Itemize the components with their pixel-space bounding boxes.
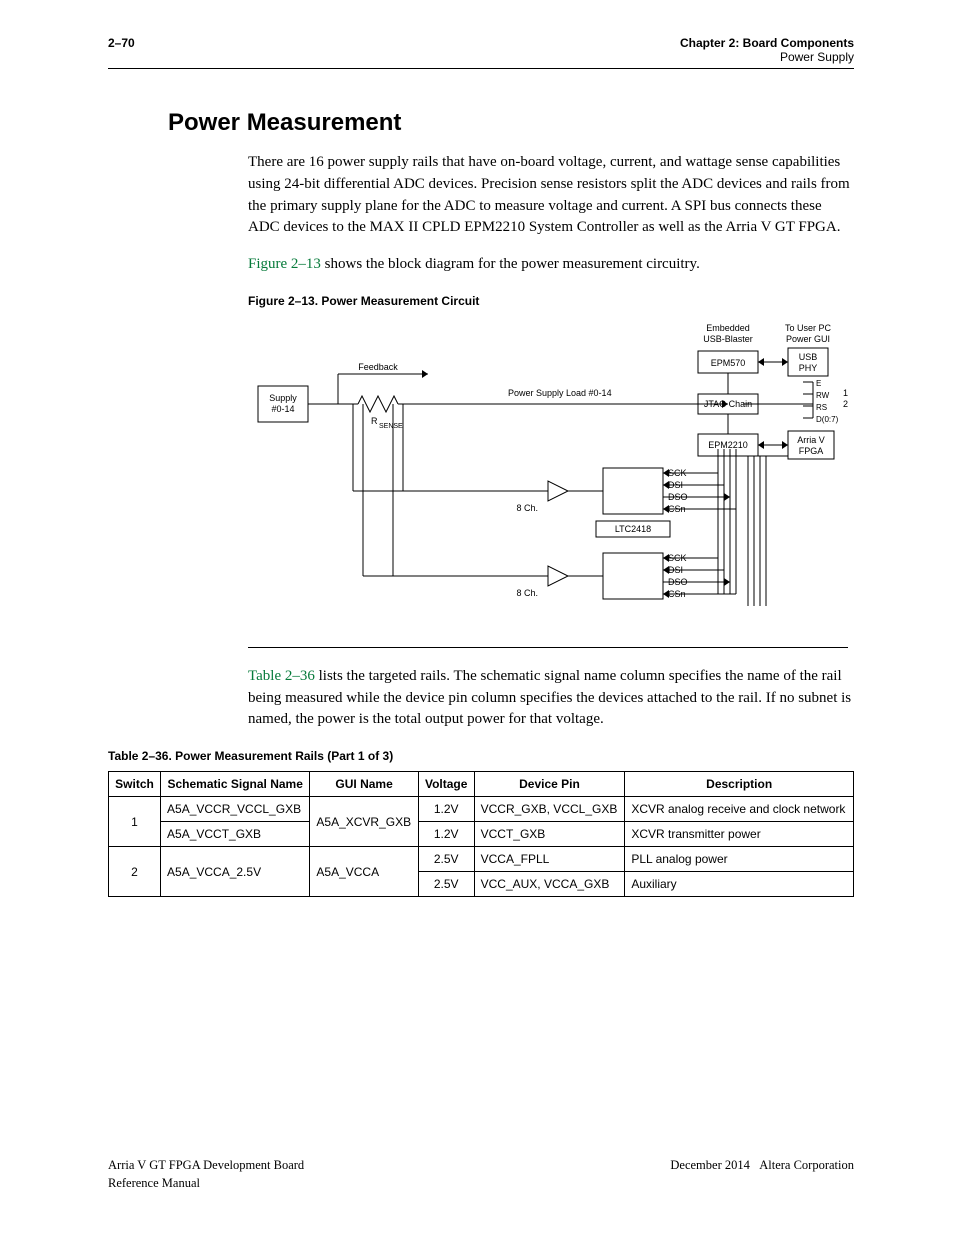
page-footer: Arria V GT FPGA Development Board Refere… xyxy=(108,1157,854,1192)
cell-description: Auxiliary xyxy=(625,872,854,897)
svg-text:To User PC: To User PC xyxy=(785,323,832,333)
figure-reference: Figure 2–13 xyxy=(248,256,321,272)
table-header-row: Switch Schematic Signal Name GUI Name Vo… xyxy=(109,772,854,797)
footer-doc-title: Arria V GT FPGA Development Board xyxy=(108,1157,304,1175)
paragraph-3: Table 2–36 lists the targeted rails. The… xyxy=(248,666,854,731)
th-switch: Switch xyxy=(109,772,161,797)
table-reference: Table 2–36 xyxy=(248,668,315,684)
cell-voltage: 2.5V xyxy=(418,872,474,897)
psl-label: Power Supply Load #0-14 xyxy=(508,388,612,398)
svg-text:EPM2210: EPM2210 xyxy=(708,440,748,450)
cell-schematic: A5A_VCCT_GXB xyxy=(161,822,310,847)
svg-text:D(0:7): D(0:7) xyxy=(816,415,839,424)
th-schematic: Schematic Signal Name xyxy=(161,772,310,797)
paragraph-1: There are 16 power supply rails that hav… xyxy=(248,152,854,239)
cell-voltage: 1.2V xyxy=(418,797,474,822)
table-row: A5A_VCCT_GXB 1.2V VCCT_GXB XCVR transmit… xyxy=(109,822,854,847)
svg-text:2x16 LCD: 2x16 LCD xyxy=(843,399,848,409)
cell-switch: 2 xyxy=(109,847,161,897)
svg-text:8 Ch.: 8 Ch. xyxy=(516,588,538,598)
cell-voltage: 2.5V xyxy=(418,847,474,872)
footer-date: December 2014 xyxy=(670,1158,749,1172)
th-description: Description xyxy=(625,772,854,797)
svg-text:USB: USB xyxy=(799,352,818,362)
svg-text:#0-14: #0-14 xyxy=(271,404,294,414)
footer-doc-subtitle: Reference Manual xyxy=(108,1175,304,1193)
svg-text:E: E xyxy=(816,379,821,388)
cell-voltage: 1.2V xyxy=(418,822,474,847)
figure-diagram: Supply #0-14 Feedback Power Supply Load … xyxy=(248,316,848,648)
cell-switch: 1 xyxy=(109,797,161,847)
svg-text:EPM570: EPM570 xyxy=(711,358,746,368)
svg-text:LTC2418: LTC2418 xyxy=(615,524,651,534)
cell-gui: A5A_XCVR_GXB xyxy=(310,797,418,847)
section-name: Power Supply xyxy=(680,50,854,64)
svg-text:RW: RW xyxy=(816,391,830,400)
paragraph-3-rest: lists the targeted rails. The schematic … xyxy=(248,668,851,728)
page-number: 2–70 xyxy=(108,36,135,50)
svg-text:Embedded: Embedded xyxy=(706,323,750,333)
svg-text:USB-Blaster: USB-Blaster xyxy=(703,334,753,344)
table-caption: Table 2–36. Power Measurement Rails (Par… xyxy=(108,749,854,763)
svg-text:Arria V: Arria V xyxy=(797,435,825,445)
figure-caption: Figure 2–13. Power Measurement Circuit xyxy=(248,294,854,308)
cell-device-pin: VCCR_GXB, VCCL_GXB xyxy=(474,797,625,822)
cell-description: PLL analog power xyxy=(625,847,854,872)
svg-text:R: R xyxy=(371,416,378,426)
paragraph-2-rest: shows the block diagram for the power me… xyxy=(321,256,700,272)
th-voltage: Voltage xyxy=(418,772,474,797)
cell-device-pin: VCC_AUX, VCCA_GXB xyxy=(474,872,625,897)
svg-text:14-pin: 14-pin xyxy=(843,388,848,398)
power-rails-table: Switch Schematic Signal Name GUI Name Vo… xyxy=(108,771,854,897)
th-gui: GUI Name xyxy=(310,772,418,797)
table-row: 2 A5A_VCCA_2.5V A5A_VCCA 2.5V VCCA_FPLL … xyxy=(109,847,854,872)
chapter-title: Chapter 2: Board Components xyxy=(680,36,854,50)
cell-schematic: A5A_VCCA_2.5V xyxy=(161,847,310,897)
cell-description: XCVR analog receive and clock network xyxy=(625,797,854,822)
feedback-label: Feedback xyxy=(358,362,398,372)
cell-device-pin: VCCA_FPLL xyxy=(474,847,625,872)
th-device-pin: Device Pin xyxy=(474,772,625,797)
svg-text:RS: RS xyxy=(816,403,827,412)
svg-text:Power GUI: Power GUI xyxy=(786,334,830,344)
svg-text:FPGA: FPGA xyxy=(799,446,824,456)
paragraph-2: Figure 2–13 shows the block diagram for … xyxy=(248,254,854,276)
svg-text:8 Ch.: 8 Ch. xyxy=(516,503,538,513)
table-row: 1 A5A_VCCR_VCCL_GXB A5A_XCVR_GXB 1.2V VC… xyxy=(109,797,854,822)
footer-corp: Altera Corporation xyxy=(759,1158,854,1172)
cell-device-pin: VCCT_GXB xyxy=(474,822,625,847)
cell-description: XCVR transmitter power xyxy=(625,822,854,847)
svg-text:Supply: Supply xyxy=(269,393,297,403)
svg-text:PHY: PHY xyxy=(799,363,818,373)
cell-schematic: A5A_VCCR_VCCL_GXB xyxy=(161,797,310,822)
page-header: 2–70 Chapter 2: Board Components Power S… xyxy=(108,36,854,69)
svg-text:SENSE: SENSE xyxy=(379,423,403,430)
cell-gui: A5A_VCCA xyxy=(310,847,418,897)
section-heading: Power Measurement xyxy=(168,109,854,137)
